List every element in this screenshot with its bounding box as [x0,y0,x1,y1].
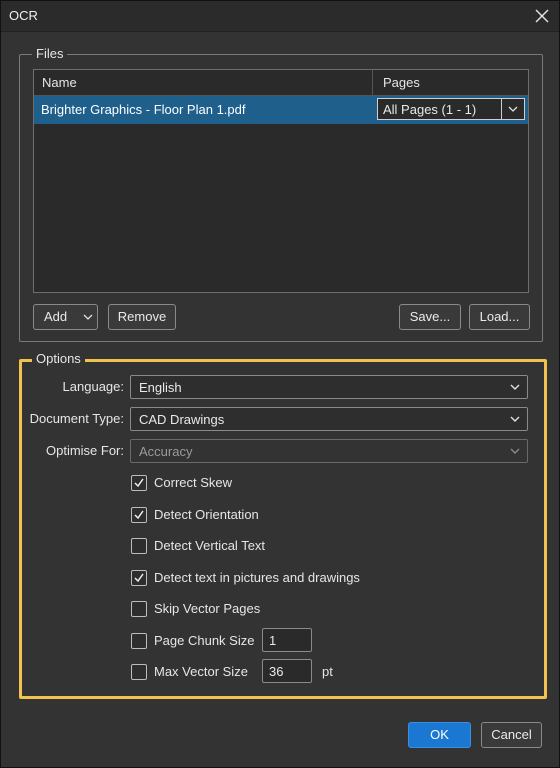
page-chunk-size-input[interactable]: 1 [262,628,312,652]
options-group: Options Language: English Document Type:… [19,351,547,699]
optimise-for-label: Optimise For: [45,443,124,458]
checkbox-box[interactable] [131,538,147,554]
chevron-down-icon [510,416,520,422]
language-label: Language: [62,379,124,394]
max-vector-size-label: Max Vector Size [154,664,248,679]
title-bar: OCR [1,1,559,32]
checkbox-box[interactable] [131,507,147,523]
chevron-down-icon [510,448,520,454]
checkbox-box[interactable] [131,475,147,491]
checkbox-box[interactable] [131,633,147,649]
ocr-dialog: OCR Files Name Pages Brighter Graphics -… [0,0,560,768]
pages-dropdown-value: All Pages (1 - 1) [383,102,477,117]
save-button[interactable]: Save... [399,304,461,330]
language-value: English [139,380,182,395]
document-type-select[interactable]: CAD Drawings [130,407,528,431]
window-title: OCR [9,8,38,23]
checkbox-box[interactable] [131,570,147,586]
table-header: Name Pages [34,70,528,96]
column-header-name[interactable]: Name [34,70,372,95]
files-table: Name Pages Brighter Graphics - Floor Pla… [33,69,529,293]
page-chunk-size-label: Page Chunk Size [154,633,255,648]
optimise-for-select[interactable]: Accuracy [130,439,528,463]
language-select[interactable]: English [130,375,528,399]
chevron-down-icon [510,384,520,390]
close-icon [535,9,549,23]
detect-orientation-label: Detect Orientation [154,507,259,522]
checkmark-icon [134,478,144,488]
chevron-down-icon [83,314,93,320]
max-vector-size-value: 36 [269,664,284,679]
correct-skew-label: Correct Skew [154,475,233,490]
checkmark-icon [134,573,144,583]
cancel-button[interactable]: Cancel [481,722,542,748]
options-group-label: Options [32,351,85,367]
detect-text-in-pictures-label: Detect text in pictures and drawings [154,570,360,585]
add-button[interactable]: Add [33,304,98,330]
optimise-for-value: Accuracy [139,444,193,459]
pages-dropdown-button[interactable] [501,99,524,119]
files-group-label: Files [32,46,68,62]
add-button-label: Add [44,309,68,324]
file-name-cell: Brighter Graphics - Floor Plan 1.pdf [41,102,246,117]
files-group: Files Name Pages Brighter Graphics - Flo… [19,46,543,342]
close-button[interactable] [529,3,555,29]
load-button[interactable]: Load... [469,304,530,330]
checkbox-box[interactable] [131,664,147,680]
checkbox-box[interactable] [131,601,147,617]
pages-dropdown[interactable]: All Pages (1 - 1) [377,98,525,120]
skip-vector-pages-label: Skip Vector Pages [154,601,261,616]
checkmark-icon [134,510,144,520]
remove-button[interactable]: Remove [108,304,176,330]
ok-button[interactable]: OK [408,722,471,748]
max-vector-size-input[interactable]: 36 [262,659,312,683]
document-type-label: Document Type: [29,411,124,426]
page-chunk-size-value: 1 [269,633,277,648]
table-row[interactable]: Brighter Graphics - Floor Plan 1.pdf All… [34,96,528,124]
detect-vertical-text-label: Detect Vertical Text [154,538,266,553]
column-header-pages[interactable]: Pages [372,70,531,95]
chevron-down-icon [508,106,518,112]
max-vector-size-unit: pt [322,664,333,679]
document-type-value: CAD Drawings [139,412,225,427]
